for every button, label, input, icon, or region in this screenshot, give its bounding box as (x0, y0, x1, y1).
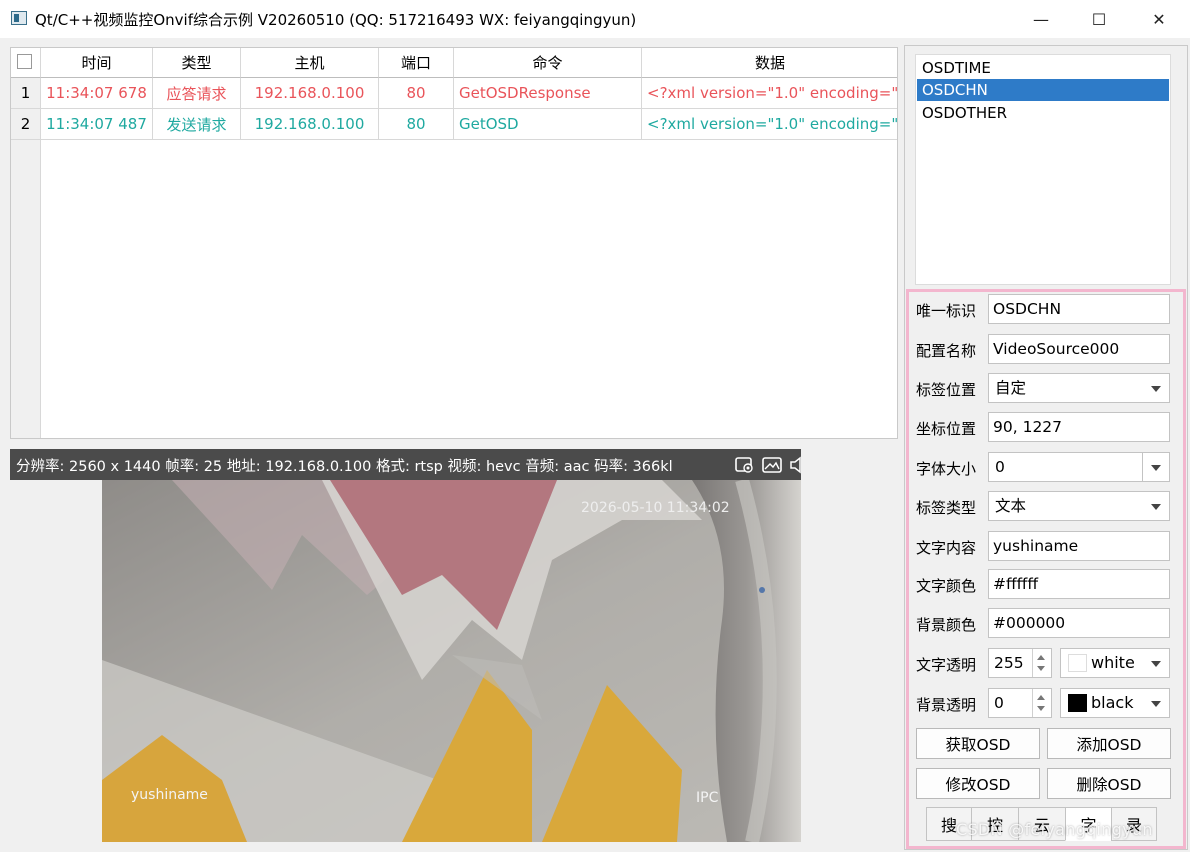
coord-field[interactable]: 90, 1227 (988, 412, 1170, 442)
row-number[interactable]: 1 (11, 78, 41, 109)
table-cell-command[interactable]: GetOSD (454, 109, 642, 140)
text-color-field[interactable]: #ffffff (988, 569, 1170, 599)
bg-color-field[interactable]: #000000 (988, 608, 1170, 638)
id-field[interactable]: OSDCHN (988, 294, 1170, 324)
get-osd-button[interactable]: 获取OSD (916, 728, 1040, 759)
arrow-up-icon[interactable] (1037, 655, 1045, 660)
table-cell-command[interactable]: GetOSDResponse (454, 78, 642, 109)
arrow-down-icon[interactable] (1037, 706, 1045, 711)
chevron-down-icon (1151, 386, 1161, 392)
column-header-host[interactable]: 主机 (241, 48, 379, 78)
row-number[interactable]: 2 (11, 109, 41, 140)
font-size-combo[interactable]: 0 (988, 452, 1170, 482)
table-cell-type[interactable]: 发送请求 (153, 109, 241, 140)
snapshot-icon[interactable] (761, 454, 783, 476)
list-item-osdtime[interactable]: OSDTIME (917, 57, 1169, 79)
text-content-label: 文字内容 (916, 539, 977, 557)
column-header-type[interactable]: 类型 (153, 48, 241, 78)
table-cell-time[interactable]: 11:34:07 678 (41, 78, 153, 109)
chevron-down-icon (1151, 504, 1161, 510)
text-alpha-value: 255 (994, 654, 1024, 672)
list-item-osdchn[interactable]: OSDCHN (917, 79, 1169, 101)
volume-icon[interactable] (788, 454, 801, 476)
osd-name-overlay: yushiname (131, 787, 208, 803)
text-color-name: white (1091, 653, 1135, 672)
spin-buttons[interactable] (1032, 689, 1051, 717)
spin-buttons[interactable] (1032, 649, 1051, 677)
text-alpha-label: 文字透明 (916, 656, 977, 674)
coord-label: 坐标位置 (916, 420, 977, 438)
table-cell-type[interactable]: 应答请求 (153, 78, 241, 109)
osd-other-overlay: IPC (696, 790, 719, 806)
title-bar: Qt/C++视频监控Onvif综合示例 V20260510 (QQ: 51721… (0, 0, 1190, 38)
window-title: Qt/C++视频监控Onvif综合示例 V20260510 (QQ: 51721… (35, 11, 637, 29)
arrow-up-icon[interactable] (1037, 695, 1045, 700)
text-color-label: 文字颜色 (916, 577, 977, 595)
chevron-down-icon (1151, 701, 1161, 707)
bg-alpha-spinbox[interactable]: 0 (988, 688, 1052, 718)
bg-alpha-value: 0 (994, 694, 1004, 712)
column-header-time[interactable]: 时间 (41, 48, 153, 78)
record-icon[interactable] (734, 454, 756, 476)
video-panel[interactable]: 分辨率: 2560 x 1440 帧率: 25 地址: 192.168.0.10… (10, 449, 801, 842)
table-cell-time[interactable]: 11:34:07 487 (41, 109, 153, 140)
delete-osd-button[interactable]: 删除OSD (1047, 768, 1171, 799)
video-info-text: 分辨率: 2560 x 1440 帧率: 25 地址: 192.168.0.10… (16, 459, 673, 475)
minimize-button[interactable]: — (1012, 0, 1070, 38)
message-table[interactable]: 时间 类型 主机 端口 命令 数据 1 11:34:07 678 应答请求 19… (10, 47, 898, 439)
text-color-swatch (1068, 654, 1087, 672)
text-color-combo[interactable]: white (1060, 648, 1170, 678)
bg-color-label: 背景颜色 (916, 616, 977, 634)
label-type-combo[interactable]: 文本 (988, 491, 1170, 521)
column-header-data[interactable]: 数据 (642, 48, 897, 78)
position-label: 标签位置 (916, 381, 977, 399)
close-button[interactable]: ✕ (1130, 0, 1188, 38)
video-info-bar: 分辨率: 2560 x 1440 帧率: 25 地址: 192.168.0.10… (10, 449, 801, 480)
column-header-command[interactable]: 命令 (454, 48, 642, 78)
text-content-field[interactable]: yushiname (988, 531, 1170, 561)
bg-alpha-label: 背景透明 (916, 696, 977, 714)
table-cell-data[interactable]: <?xml version="1.0" encoding=" (642, 109, 897, 140)
font-size-label: 字体大小 (916, 460, 977, 478)
header-corner[interactable] (11, 48, 41, 78)
table-cell-data[interactable]: <?xml version="1.0" encoding=" (642, 78, 897, 109)
osd-time-overlay: 2026-05-10 11:34:02 (581, 500, 730, 516)
table-cell-port[interactable]: 80 (379, 109, 454, 140)
id-label: 唯一标识 (916, 302, 977, 320)
select-all-checkbox[interactable] (17, 54, 32, 69)
list-item-osdother[interactable]: OSDOTHER (917, 102, 1169, 124)
bg-color-name: black (1091, 693, 1134, 712)
table-cell-host[interactable]: 192.168.0.100 (241, 109, 379, 140)
add-osd-button[interactable]: 添加OSD (1047, 728, 1171, 759)
table-cell-host[interactable]: 192.168.0.100 (241, 78, 379, 109)
arrow-down-icon[interactable] (1037, 666, 1045, 671)
bg-color-combo[interactable]: black (1060, 688, 1170, 718)
chevron-down-icon (1151, 465, 1161, 471)
font-size-value: 0 (995, 458, 1005, 476)
maximize-button[interactable]: ☐ (1070, 0, 1128, 38)
table-cell-port[interactable]: 80 (379, 78, 454, 109)
text-alpha-spinbox[interactable]: 255 (988, 648, 1052, 678)
watermark: CSDN @feiyangqingyun (956, 820, 1153, 839)
app-icon (11, 11, 27, 25)
position-combo-value: 自定 (995, 379, 1027, 397)
config-name-field[interactable]: VideoSource000 (988, 334, 1170, 364)
config-name-label: 配置名称 (916, 342, 977, 360)
osd-list[interactable]: OSDTIME OSDCHN OSDOTHER (915, 54, 1171, 285)
chevron-down-icon (1151, 661, 1161, 667)
modify-osd-button[interactable]: 修改OSD (916, 768, 1040, 799)
label-type-value: 文本 (995, 497, 1027, 515)
position-combo[interactable]: 自定 (988, 373, 1170, 403)
column-header-port[interactable]: 端口 (379, 48, 454, 78)
bg-color-swatch (1068, 694, 1087, 712)
label-type-label: 标签类型 (916, 499, 977, 517)
video-frame[interactable]: 2026-05-10 11:34:02 yushiname IPC (102, 480, 801, 842)
